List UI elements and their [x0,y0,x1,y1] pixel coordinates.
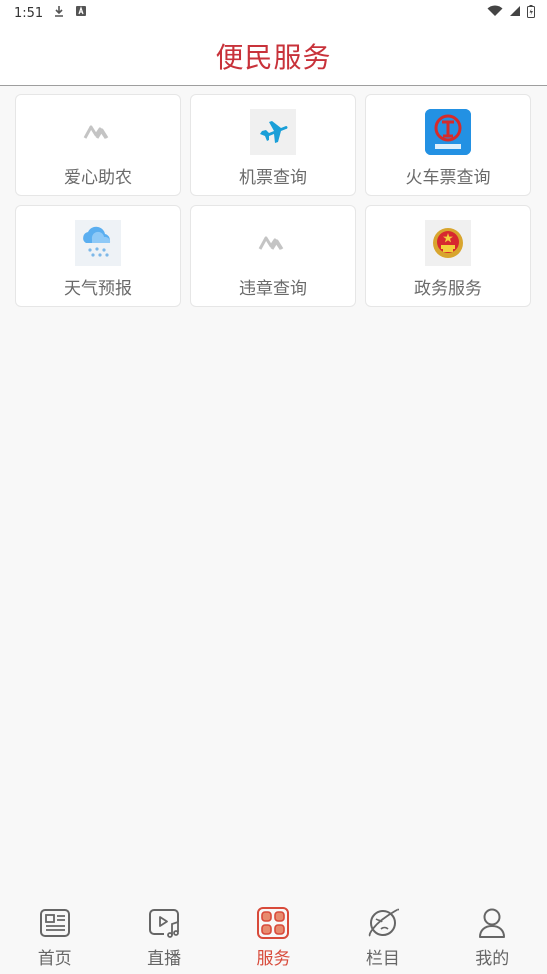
airplane-icon [250,109,296,155]
placeholder-logo-icon [75,109,121,155]
tab-label: 栏目 [365,949,400,969]
national-emblem-icon [425,220,471,266]
status-time: 1:51 [14,5,44,21]
service-card-weather[interactable]: 天气预报 [15,205,181,307]
service-label: 违章查询 [239,279,307,299]
status-left: 1:51 [14,5,87,21]
tab-label: 我的 [475,949,510,969]
service-card-violation[interactable]: 违章查询 [190,205,356,307]
tab-label: 服务 [256,949,291,969]
page-title: 便民服务 [215,40,332,74]
status-right [487,4,535,22]
service-card-flight[interactable]: 机票查询 [190,94,356,196]
video-music-icon [147,906,181,940]
signal-icon [509,5,521,21]
news-icon [38,906,72,940]
china-railway-icon [425,109,471,155]
tab-live[interactable]: 直播 [110,896,219,969]
service-label: 爱心助农 [64,168,132,188]
tab-home[interactable]: 首页 [0,896,109,969]
service-label: 天气预报 [64,279,132,299]
tab-mine[interactable]: 我的 [438,896,547,969]
tab-label: 首页 [37,949,72,969]
tab-columns[interactable]: 栏目 [328,896,437,969]
service-label: 机票查询 [239,168,307,188]
grid-icon [256,906,290,940]
bottom-tab-bar: 首页 直播 服务 栏目 我的 [0,896,547,974]
service-card-train[interactable]: 火车票查询 [365,94,531,196]
status-bar: 1:51 [0,0,547,26]
notification-a-icon [75,5,87,21]
header: 便民服务 [0,26,547,86]
battery-icon [527,4,535,22]
tab-label: 直播 [147,949,182,969]
service-grid: 爱心助农 机票查询 火车票查询 天气预报 违章查询 政务服务 [15,94,531,307]
service-label: 政务服务 [414,279,482,299]
planet-icon [366,906,400,940]
service-card-government[interactable]: 政务服务 [365,205,531,307]
service-label: 火车票查询 [405,168,491,188]
user-icon [475,906,509,940]
weather-snow-icon [75,220,121,266]
tab-service[interactable]: 服务 [219,896,328,969]
download-icon [53,5,65,21]
service-card-agriculture[interactable]: 爱心助农 [15,94,181,196]
placeholder-logo-icon [250,220,296,266]
wifi-icon [487,5,503,21]
